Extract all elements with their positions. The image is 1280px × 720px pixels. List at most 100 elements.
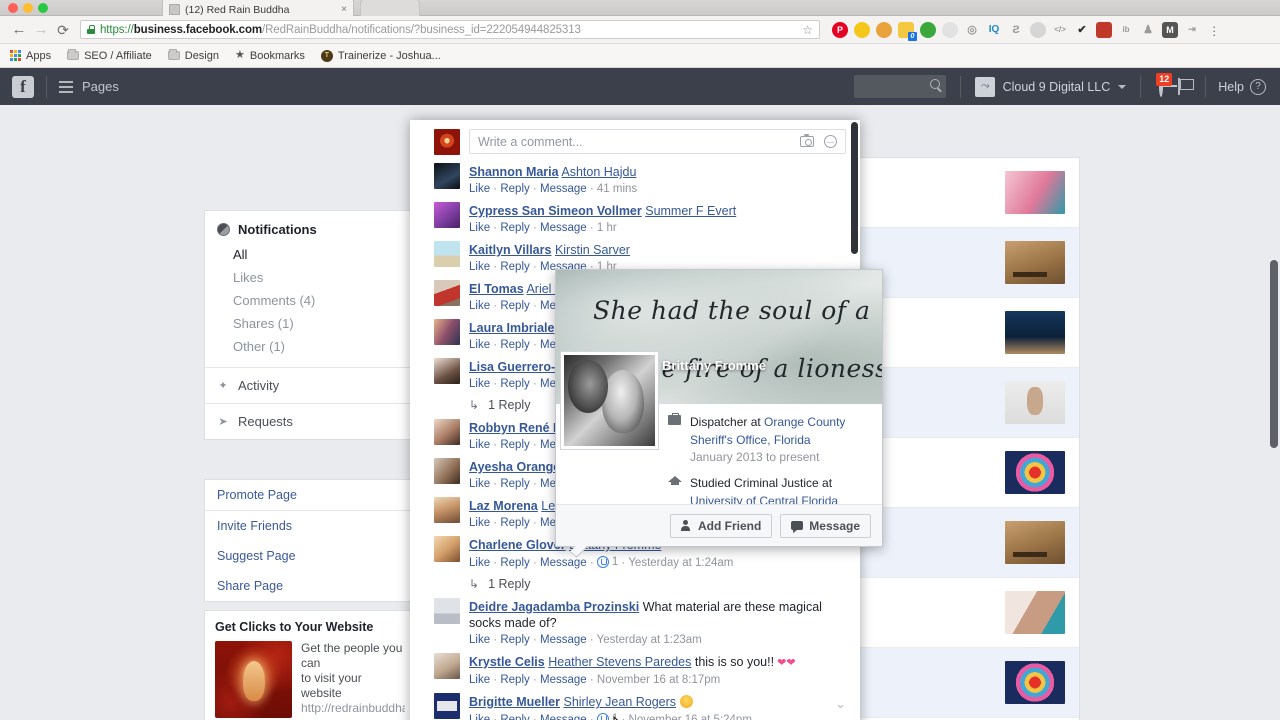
avatar[interactable] <box>434 319 460 345</box>
comment-composer[interactable]: Write a comment... <box>410 120 860 161</box>
comment-input[interactable]: Write a comment... <box>469 129 846 154</box>
browser-menu-icon[interactable]: · · · <box>1212 20 1216 41</box>
help-icon[interactable]: ? <box>1250 78 1266 95</box>
comment-item[interactable]: Shannon Maria Ashton Hajdu Like · Reply ·… <box>410 161 860 200</box>
comment-author-link[interactable]: Lisa Guerrero-Zi <box>469 360 566 374</box>
bookmark-bookmarks[interactable]: ★ Bookmarks <box>235 50 305 62</box>
sidebar-item-activity[interactable]: ✦ Activity <box>205 368 415 403</box>
comment-like-action[interactable]: Like <box>469 714 490 720</box>
comment-reply-action[interactable]: Reply <box>500 378 529 390</box>
comment-reply-action[interactable]: Reply <box>500 183 529 195</box>
pages-label[interactable]: Pages <box>82 79 119 94</box>
avatar[interactable] <box>434 497 460 523</box>
back-icon[interactable]: ← <box>8 22 30 37</box>
page-scrollbar[interactable] <box>1270 108 1278 708</box>
comment-tagged-person-link[interactable]: Summer F Evert <box>645 204 736 218</box>
flag-icon[interactable] <box>1177 78 1195 95</box>
comment-author-link[interactable]: Shannon Maria <box>469 165 559 179</box>
comment-item[interactable]: Krystle Celis Heather Stevens Paredes th… <box>410 651 860 691</box>
orange-person-icon[interactable] <box>876 21 892 38</box>
sidebar-item-requests[interactable]: ➤ Requests <box>205 404 415 439</box>
comment-reply-action[interactable]: Reply <box>500 714 529 720</box>
reply-count-label[interactable]: 1 Reply <box>488 398 530 412</box>
pinterest-icon[interactable]: P <box>832 21 848 38</box>
comment-reply-action[interactable]: Reply <box>500 339 529 351</box>
m-icon[interactable]: M <box>1162 21 1178 38</box>
avatar[interactable] <box>434 693 460 719</box>
comment-like-action[interactable]: Like <box>469 674 490 686</box>
yellow-bulb-icon[interactable] <box>854 21 870 38</box>
comment-message-action[interactable]: Message <box>540 183 587 195</box>
avatar[interactable] <box>434 458 460 484</box>
comment-message-action[interactable]: Message <box>540 674 587 686</box>
chevron-down-icon[interactable]: ⌄ <box>835 693 846 712</box>
suggest-page-link[interactable]: Suggest Page <box>205 541 415 571</box>
comment-replies-toggle[interactable]: ↳ 1 Reply <box>410 574 860 596</box>
sidebar-filter-likes[interactable]: Likes <box>205 266 415 289</box>
share-page-link[interactable]: Share Page <box>205 571 415 601</box>
comment-like-action[interactable]: Like <box>469 557 490 569</box>
close-window-button[interactable] <box>8 3 18 13</box>
ib-icon[interactable]: ib <box>1118 22 1134 38</box>
comment-message-action[interactable]: Message <box>540 634 587 646</box>
business-selector[interactable]: ⤳ Cloud 9 Digital LLC <box>974 76 1127 97</box>
comment-message-action[interactable]: Message <box>540 557 587 569</box>
checkmark-icon[interactable]: ✔ <box>1074 22 1090 38</box>
comment-message-action[interactable]: Message <box>540 714 587 720</box>
comment-reply-action[interactable]: Reply <box>500 222 529 234</box>
comment-item[interactable]: Cypress San Simeon Vollmer Summer F Ever… <box>410 200 860 239</box>
comment-like-action[interactable]: Like <box>469 439 490 451</box>
comment-reply-action[interactable]: Reply <box>500 557 529 569</box>
exit-icon[interactable]: ⇥ <box>1184 22 1200 38</box>
promote-page-link[interactable]: Promote Page <box>205 480 415 510</box>
avatar[interactable] <box>434 598 460 624</box>
comment-like-action[interactable]: Like <box>469 261 490 273</box>
avatar[interactable] <box>434 202 460 228</box>
bookmark-apps[interactable]: Apps <box>10 50 51 62</box>
comment-tagged-person-link[interactable]: Ashton Hajdu <box>561 165 636 179</box>
sidebar-filter-all[interactable]: All <box>205 243 415 266</box>
forward-icon[interactable]: → <box>30 22 52 37</box>
iq-icon[interactable]: IQ <box>986 22 1002 38</box>
hovercard-profile-name[interactable]: Brittany Fromme <box>662 358 766 373</box>
comment-like-action[interactable]: Like <box>469 378 490 390</box>
comment-like-action[interactable]: Like <box>469 517 490 529</box>
comment-author-link[interactable]: El Tomas <box>469 282 524 296</box>
window-traffic-lights[interactable] <box>8 3 48 13</box>
comment-like-action[interactable]: Like <box>469 183 490 195</box>
facebook-logo-icon[interactable]: f <box>12 75 34 98</box>
comment-item[interactable]: Deidre Jagadamba Prozinski What material… <box>410 596 860 651</box>
avatar[interactable] <box>434 536 460 562</box>
message-button[interactable]: Message <box>780 513 871 538</box>
sidebar-filter-comments[interactable]: Comments (4) <box>205 289 415 312</box>
notifications-button[interactable]: 12 <box>1156 72 1173 97</box>
camera-icon[interactable] <box>800 133 814 147</box>
comment-reply-action[interactable]: Reply <box>500 634 529 646</box>
comment-author-link[interactable]: Kaitlyn Villars <box>469 243 551 257</box>
comment-tagged-person-link[interactable]: Shirley Jean Rogers <box>563 695 676 709</box>
comment-author-link[interactable]: Charlene Glover <box>469 538 566 552</box>
menu-icon[interactable] <box>59 80 73 93</box>
modal-scrollbar-thumb[interactable] <box>851 122 858 254</box>
comment-reply-action[interactable]: Reply <box>500 439 529 451</box>
camera-icon[interactable]: ◎ <box>964 22 980 38</box>
circle-gray-icon[interactable] <box>1030 21 1046 38</box>
reply-count-label[interactable]: 1 Reply <box>488 577 530 591</box>
comment-reply-action[interactable]: Reply <box>500 300 529 312</box>
comment-like-action[interactable]: Like <box>469 634 490 646</box>
avatar[interactable] <box>434 241 460 267</box>
comment-reply-action[interactable]: Reply <box>500 674 529 686</box>
comment-reply-action[interactable]: Reply <box>500 261 529 273</box>
bookmark-star-icon[interactable]: ☆ <box>802 23 813 37</box>
invite-friends-link[interactable]: Invite Friends <box>205 511 415 541</box>
comment-item[interactable]: Brigitte Mueller Shirley Jean Rogers Lik… <box>410 691 860 720</box>
green-drop-icon[interactable] <box>920 21 936 38</box>
avatar[interactable] <box>434 653 460 679</box>
notes-icon[interactable]: 0 <box>898 21 917 41</box>
grey-cloud-icon[interactable] <box>942 21 958 38</box>
bookmark-design[interactable]: Design <box>167 49 219 62</box>
maximize-window-button[interactable] <box>38 3 48 13</box>
comment-message-action[interactable]: Message <box>540 222 587 234</box>
red-book-icon[interactable] <box>1096 21 1112 38</box>
comment-reply-action[interactable]: Reply <box>500 478 529 490</box>
